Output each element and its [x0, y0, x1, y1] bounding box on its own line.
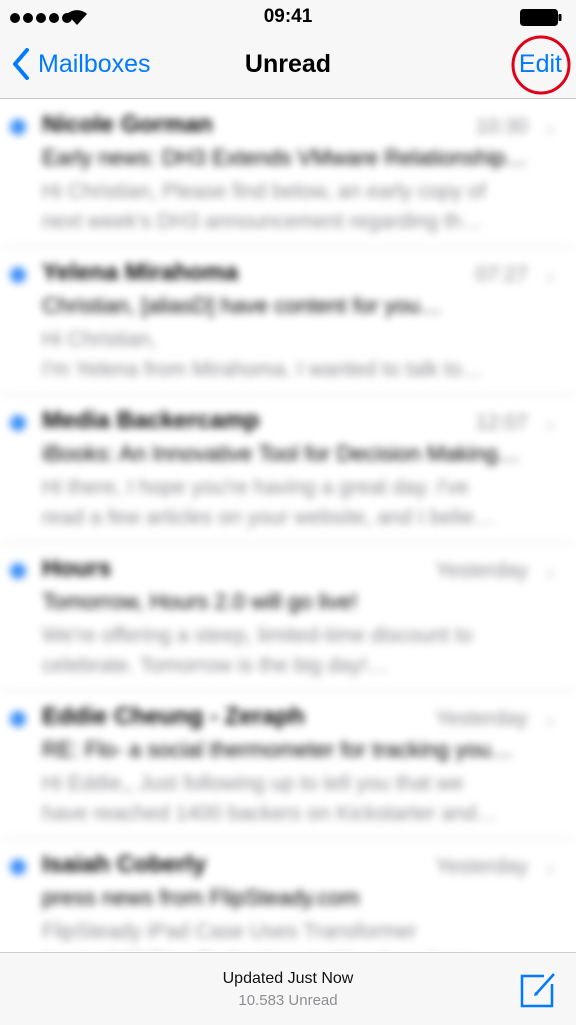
- message-subject: press news from FlipSteady.com: [42, 885, 360, 910]
- message-subject: Tomorrow, Hours 2.0 will go live!: [42, 589, 358, 614]
- chevron-right-icon: ›: [546, 263, 554, 290]
- chevron-right-icon: ›: [546, 411, 554, 438]
- message-preview-line: next week's DH3 announcement regarding t…: [42, 210, 483, 233]
- message-time: 07:27: [475, 263, 528, 286]
- navigation-bar: Mailboxes Unread Edit: [0, 35, 576, 99]
- message-preview: Hi Christian, Please find below, an earl…: [42, 177, 542, 237]
- message-preview-line: I'm Yelena from Mirahoma. I wanted to ta…: [42, 358, 483, 381]
- update-status: Updated Just Now: [222, 970, 354, 987]
- message-subject: RE: Flo- a social thermometer for tracki…: [42, 737, 513, 762]
- message-row[interactable]: Yelena Mirahoma 07:27 › Christian, [aliasD]…: [0, 247, 576, 395]
- message-preview-line: celebrate. Tomorrow is the big day!…: [42, 654, 389, 677]
- edit-button[interactable]: Edit: [519, 50, 562, 79]
- message-list[interactable]: Nicole Gorman 10:30 › Early news: DH3 Exten…: [0, 99, 576, 951]
- unread-dot-icon: [10, 267, 26, 283]
- message-preview: Hi Christian, I'm Yelena from Mirahoma. I…: [42, 325, 542, 385]
- chevron-right-icon: ›: [546, 855, 554, 882]
- message-row[interactable]: Media Backercamp 12:07 › iBooks: An Innovat…: [0, 395, 576, 543]
- message-subject: Christian, [aliasD] have content for you…: [42, 293, 442, 318]
- message-row[interactable]: Isaiah Coberly Yesterday › press news from …: [0, 839, 576, 951]
- bottom-toolbar: Updated Just Now 10.583 Unread: [0, 952, 576, 1025]
- message-preview: We're offering a steep, limited-time dis…: [42, 621, 542, 681]
- chevron-right-icon: ›: [546, 559, 554, 586]
- message-preview-line: Hi Eddie,, Just following up to tell you…: [42, 772, 464, 795]
- compose-icon[interactable]: [518, 970, 558, 1010]
- message-preview-line: read a few articles on your website, and…: [42, 506, 495, 529]
- unread-count: 10.583 Unread: [238, 992, 338, 1009]
- message-sender: Media Backercamp: [42, 407, 260, 434]
- message-sender: Nicole Gorman: [42, 111, 213, 138]
- message-preview-line: Hi Christian,: [42, 328, 157, 351]
- message-time: Yesterday: [435, 855, 528, 878]
- message-preview: Hi Eddie,, Just following up to tell you…: [42, 769, 542, 829]
- unread-dot-icon: [10, 415, 26, 431]
- message-sender: Isaiah Coberly: [42, 851, 207, 878]
- message-row[interactable]: Eddie Cheung - Zeraph Yesterday › RE: Flo- …: [0, 691, 576, 839]
- message-time: Yesterday: [435, 707, 528, 730]
- message-preview-line: Hi there, I hope you're having a great d…: [42, 476, 469, 499]
- message-subject: Early news: DH3 Extends VMware Relations…: [42, 145, 528, 170]
- unread-dot-icon: [10, 119, 26, 135]
- message-preview: FlipSteady iPad Case Uses Transformer Ins…: [42, 917, 542, 951]
- status-bar: 09:41: [0, 0, 576, 36]
- message-sender: Yelena Mirahoma: [42, 259, 239, 286]
- unread-dot-icon: [10, 563, 26, 579]
- message-sender: Eddie Cheung - Zeraph: [42, 703, 305, 730]
- battery-icon: [520, 9, 562, 26]
- page-title: Unread: [244, 50, 332, 78]
- message-time: 10:30: [475, 115, 528, 138]
- status-time: 09:41: [263, 6, 313, 27]
- message-preview-line: Inspired Shifting Technology to Morph as…: [42, 947, 542, 951]
- message-row[interactable]: Nicole Gorman 10:30 › Early news: DH3 Exten…: [0, 99, 576, 247]
- message-subject: iBooks: An Innovative Tool for Decision …: [42, 441, 520, 466]
- message-preview-line: We're offering a steep, limited-time dis…: [42, 624, 473, 647]
- unread-dot-icon: [10, 859, 26, 875]
- message-row[interactable]: Hours Yesterday › Tomorrow, Hours 2.0 will …: [0, 543, 576, 691]
- message-time: Yesterday: [435, 559, 528, 582]
- unread-dot-icon: [10, 711, 26, 727]
- chevron-right-icon: ›: [546, 707, 554, 734]
- message-sender: Hours: [42, 555, 112, 582]
- message-preview: Hi there, I hope you're having a great d…: [42, 473, 542, 533]
- message-time: 12:07: [475, 411, 528, 434]
- message-preview-line: FlipSteady iPad Case Uses Transformer: [42, 920, 417, 943]
- message-preview-line: have reached 1400 backers on Kickstarter…: [42, 802, 498, 825]
- chevron-right-icon: ›: [546, 115, 554, 142]
- message-preview-line: Hi Christian, Please find below, an earl…: [42, 180, 486, 203]
